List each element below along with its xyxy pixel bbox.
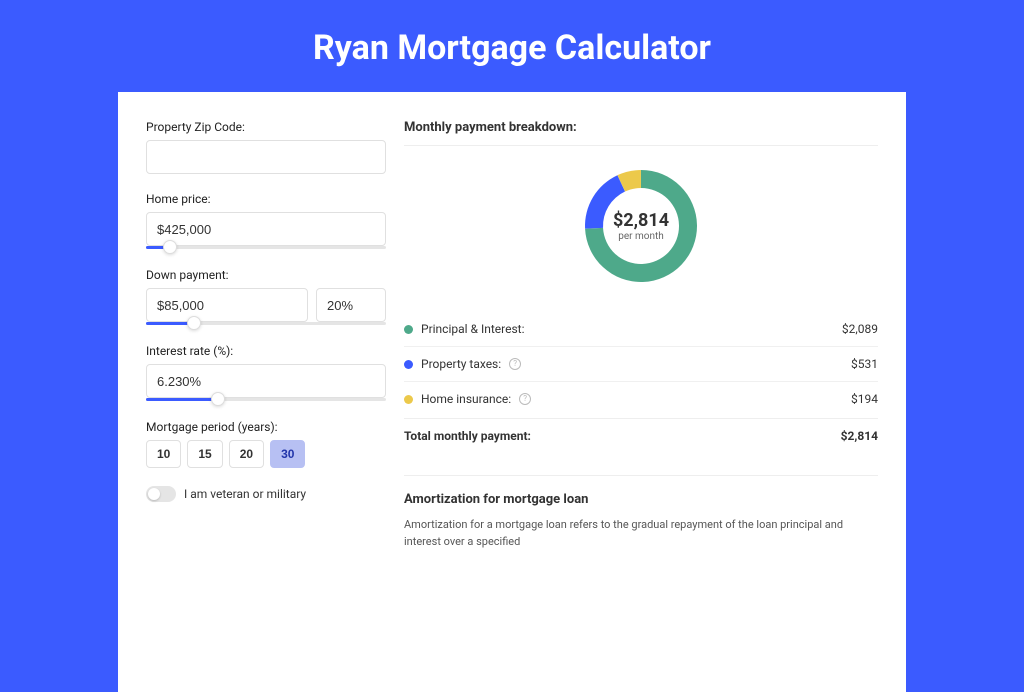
down-payment-slider[interactable]	[146, 320, 386, 326]
legend-row: Property taxes:? $531	[404, 346, 878, 381]
donut-chart: $2,814 per month	[577, 162, 705, 290]
home-price-field: Home price:	[146, 192, 386, 250]
home-price-slider[interactable]	[146, 244, 386, 250]
period-button-30[interactable]: 30	[270, 440, 305, 468]
veteran-toggle[interactable]	[146, 486, 176, 502]
home-price-input[interactable]	[146, 212, 386, 246]
interest-rate-slider-thumb[interactable]	[211, 392, 225, 406]
interest-rate-field: Interest rate (%):	[146, 344, 386, 402]
down-payment-percent-input[interactable]	[316, 288, 386, 322]
zip-label: Property Zip Code:	[146, 120, 386, 134]
interest-rate-slider[interactable]	[146, 396, 386, 402]
interest-rate-label: Interest rate (%):	[146, 344, 386, 358]
legend-dot-icon	[404, 360, 413, 369]
zip-input[interactable]	[146, 140, 386, 174]
form-column: Property Zip Code: Home price: Down paym…	[146, 120, 386, 652]
veteran-row: I am veteran or military	[146, 486, 386, 502]
zip-field: Property Zip Code:	[146, 120, 386, 174]
donut-chart-wrap: $2,814 per month	[404, 162, 878, 290]
period-field: Mortgage period (years): 10152030	[146, 420, 386, 468]
period-button-20[interactable]: 20	[229, 440, 264, 468]
veteran-label: I am veteran or military	[184, 487, 306, 501]
amortization-title: Amortization for mortgage loan	[404, 492, 878, 507]
legend-label: Property taxes:	[421, 357, 501, 371]
total-label: Total monthly payment:	[404, 429, 531, 443]
page-title: Ryan Mortgage Calculator	[0, 28, 1024, 68]
period-button-10[interactable]: 10	[146, 440, 181, 468]
legend-value: $194	[851, 392, 878, 406]
total-row: Total monthly payment: $2,814	[404, 418, 878, 453]
down-payment-amount-input[interactable]	[146, 288, 308, 322]
period-button-15[interactable]: 15	[187, 440, 222, 468]
calculator-panel: Property Zip Code: Home price: Down paym…	[118, 92, 906, 692]
legend-row: Principal & Interest: $2,089	[404, 312, 878, 346]
interest-rate-input[interactable]	[146, 364, 386, 398]
help-icon[interactable]: ?	[509, 358, 521, 370]
legend-label: Home insurance:	[421, 392, 511, 406]
donut-center-value: $2,814	[613, 210, 669, 231]
legend-value: $531	[851, 357, 878, 371]
amortization-text: Amortization for a mortgage loan refers …	[404, 517, 878, 550]
legend-value: $2,089	[842, 322, 878, 336]
down-payment-field: Down payment:	[146, 268, 386, 326]
amortization-section: Amortization for mortgage loan Amortizat…	[404, 475, 878, 550]
legend-label: Principal & Interest:	[421, 322, 525, 336]
breakdown-title: Monthly payment breakdown:	[404, 120, 878, 146]
down-payment-slider-thumb[interactable]	[187, 316, 201, 330]
breakdown-column: Monthly payment breakdown: $2,814 per mo…	[404, 120, 878, 652]
down-payment-label: Down payment:	[146, 268, 386, 282]
legend-dot-icon	[404, 395, 413, 404]
donut-center-sub: per month	[618, 231, 664, 242]
legend-dot-icon	[404, 325, 413, 334]
help-icon[interactable]: ?	[519, 393, 531, 405]
period-label: Mortgage period (years):	[146, 420, 386, 434]
total-value: $2,814	[841, 429, 878, 443]
legend-row: Home insurance:? $194	[404, 381, 878, 416]
home-price-label: Home price:	[146, 192, 386, 206]
home-price-slider-thumb[interactable]	[163, 240, 177, 254]
